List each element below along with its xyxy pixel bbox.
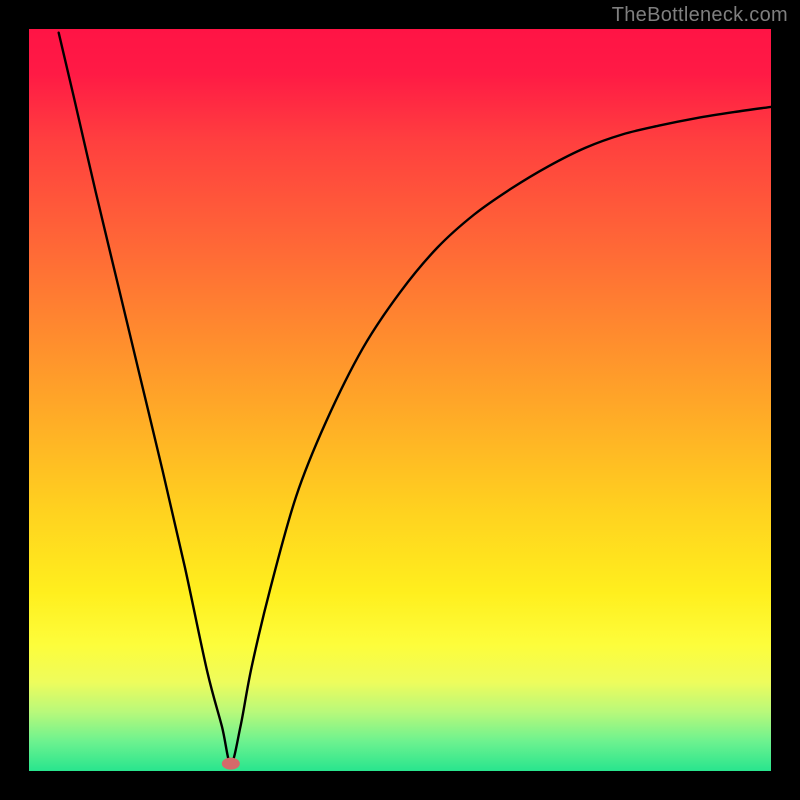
- plot-area: [29, 29, 771, 771]
- bottleneck-curve: [59, 33, 771, 764]
- watermark-text: TheBottleneck.com: [612, 4, 788, 27]
- min-marker: [222, 758, 240, 770]
- curve-svg: [29, 29, 771, 771]
- chart-frame: TheBottleneck.com: [0, 0, 800, 800]
